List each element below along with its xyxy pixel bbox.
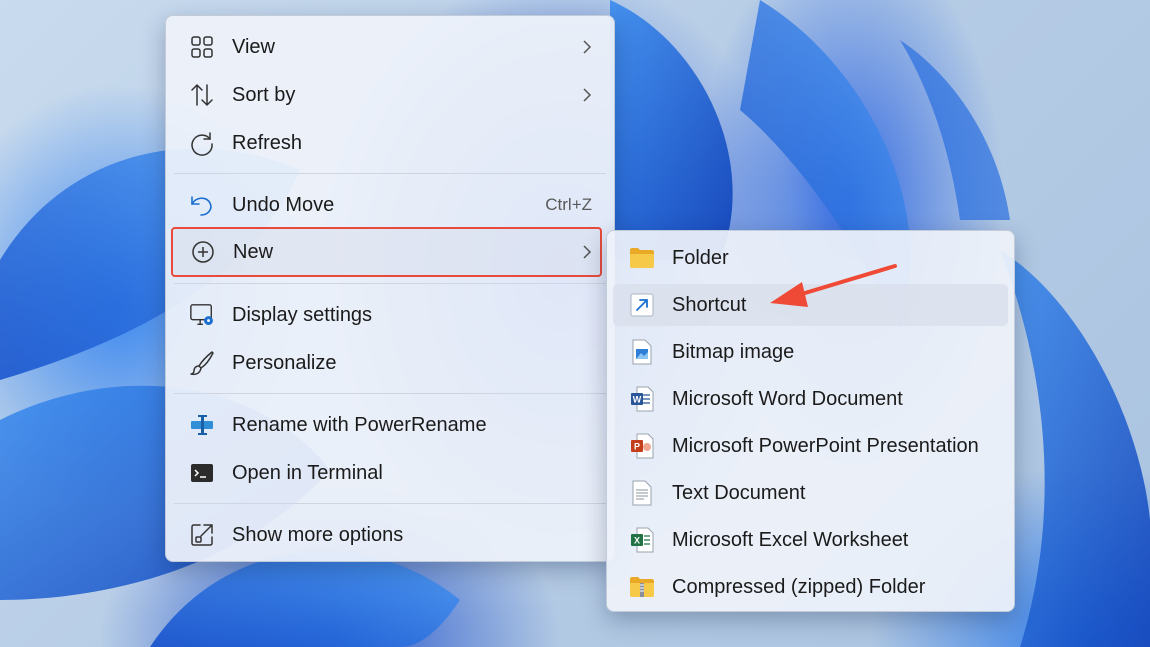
annotation-arrow — [770, 264, 897, 307]
